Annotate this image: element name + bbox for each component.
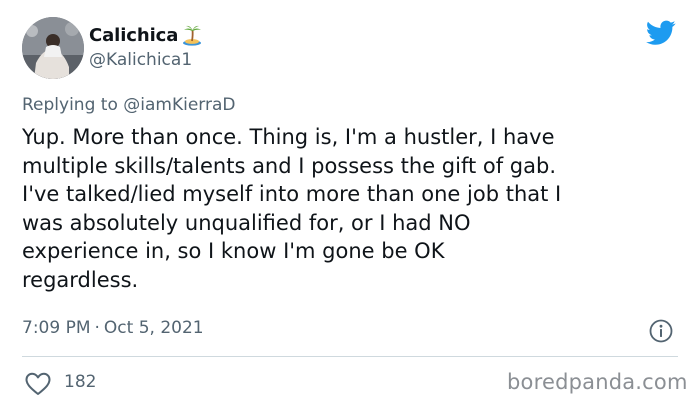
heart-icon[interactable]: [24, 371, 52, 397]
author-name-row[interactable]: Calichica: [89, 22, 203, 48]
tweet-text: Yup. More than once. Thing is, I'm a hus…: [22, 125, 562, 292]
timestamp-separator: ·: [94, 318, 100, 338]
author-handle[interactable]: @Kalichica1: [89, 50, 192, 70]
tweet-timestamp[interactable]: 7:09 PM · Oct 5, 2021: [22, 318, 204, 338]
twitter-bird-icon[interactable]: [646, 20, 676, 46]
replying-to-line: Replying to @iamKierraD: [22, 95, 235, 115]
replying-to-handle-link[interactable]: @iamKierraD: [123, 95, 235, 115]
divider: [22, 356, 678, 357]
tweet-date[interactable]: Oct 5, 2021: [104, 318, 204, 338]
watermark-text: boredpanda.com: [507, 370, 688, 394]
author-display-name[interactable]: Calichica: [89, 25, 178, 46]
desert-island-emoji-icon: [181, 24, 203, 46]
info-icon[interactable]: [648, 318, 674, 344]
tweet-time[interactable]: 7:09 PM: [22, 318, 91, 338]
author-avatar[interactable]: [22, 17, 84, 79]
like-count: 182: [64, 372, 97, 392]
replying-to-prefix: Replying to: [22, 95, 124, 115]
